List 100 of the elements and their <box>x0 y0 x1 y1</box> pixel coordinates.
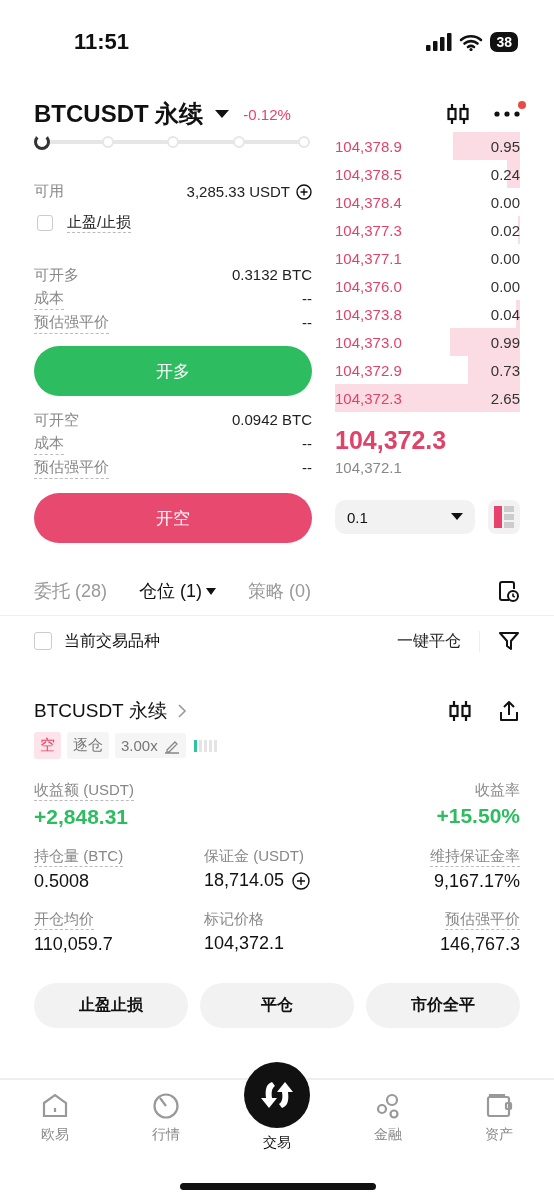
info-label: 预估强平价 <box>34 310 109 334</box>
position-symbol[interactable]: BTCUSDT 永续 <box>34 698 167 724</box>
side-tag: 空 <box>34 732 61 759</box>
ask-amount: 0.00 <box>490 193 520 211</box>
candlestick-icon[interactable] <box>446 102 470 126</box>
mark-price: 104,372.1 <box>335 459 403 476</box>
short-button[interactable]: 开空 <box>34 493 312 543</box>
depth-view-button[interactable] <box>488 500 520 534</box>
last-price: 104,372.3 <box>335 426 448 455</box>
add-icon[interactable] <box>296 183 312 200</box>
ask-price: 104,373.0 <box>335 333 402 351</box>
pnl-label: 收益额 (USDT) <box>34 781 134 801</box>
ask-price: 104,372.3 <box>335 389 402 407</box>
wallet-icon <box>484 1092 513 1120</box>
caret-down-icon[interactable] <box>215 109 230 119</box>
info-label: 成本 <box>34 431 64 455</box>
ask-amount: 0.95 <box>490 137 520 155</box>
notification-dot <box>518 101 526 109</box>
margin-mode-tag: 逐仓 <box>67 732 109 759</box>
ask-amount: 0.02 <box>490 221 520 239</box>
ask-price: 104,377.1 <box>335 249 402 267</box>
field-label: 保证金 (USDT) <box>204 847 304 866</box>
candlestick-icon[interactable] <box>448 699 472 723</box>
field-value: 18,714.05 <box>204 870 285 891</box>
available-label: 可用 <box>34 182 64 201</box>
position-action-button[interactable]: 止盈止损 <box>34 983 188 1028</box>
info-value: -- <box>302 433 312 454</box>
wifi-icon <box>459 33 484 51</box>
slider-tick <box>232 136 245 148</box>
home-icon <box>41 1092 70 1120</box>
nav-tab[interactable]: 交易 <box>237 1062 317 1152</box>
tpsl-checkbox[interactable] <box>37 215 53 231</box>
field-value: 110,059.7 <box>34 934 113 955</box>
info-value: -- <box>302 312 312 333</box>
pnl-value: +2,848.31 <box>34 805 129 829</box>
position-action-button[interactable]: 平仓 <box>200 983 354 1028</box>
field-value: 104,372.1 <box>204 933 285 954</box>
battery-level: 38 <box>490 32 518 52</box>
caret-down-icon <box>451 513 463 521</box>
leverage-tag[interactable]: 3.00x <box>115 733 186 758</box>
ask-price: 104,376.0 <box>335 277 402 295</box>
nav-tab[interactable]: 欧易 <box>15 1092 96 1152</box>
field-label: 持仓量 (BTC) <box>34 847 124 867</box>
info-value: 0.0942 BTC <box>231 410 312 430</box>
position-tab[interactable]: 仓位 (1) <box>139 579 216 603</box>
ask-price: 104,378.9 <box>335 137 402 155</box>
slider-tick <box>167 136 179 148</box>
close-all-button[interactable]: 一键平仓 <box>397 630 480 652</box>
nav-tab[interactable]: 行情 <box>126 1092 207 1152</box>
slider-thumb[interactable] <box>34 134 50 150</box>
info-label: 成本 <box>34 286 64 310</box>
add-icon[interactable] <box>292 871 311 890</box>
ask-price: 104,377.3 <box>335 221 402 239</box>
ask-amount: 0.24 <box>490 165 520 183</box>
gauge-icon <box>152 1092 181 1120</box>
order-history-icon[interactable] <box>496 579 520 603</box>
info-label: 可开多 <box>34 265 79 285</box>
ask-amount: 0.00 <box>490 249 520 267</box>
ask-amount: 0.99 <box>490 333 520 351</box>
slider-tick <box>298 136 310 148</box>
filter-icon[interactable] <box>498 630 520 652</box>
price-change: -0.12% <box>243 105 291 123</box>
depth-layout-icon <box>494 506 514 528</box>
info-label: 可开空 <box>34 410 79 430</box>
field-label: 维持保证金率 <box>430 847 520 867</box>
ask-amount: 0.73 <box>490 361 520 379</box>
field-value: 146,767.3 <box>439 934 520 955</box>
signal-icon <box>426 33 453 51</box>
nav-tab[interactable]: 金融 <box>347 1092 428 1152</box>
field-label: 预估强平价 <box>445 910 520 930</box>
chevron-right-icon[interactable] <box>176 703 187 719</box>
field-label: 标记价格 <box>204 910 264 929</box>
roe-label: 收益率 <box>475 781 520 800</box>
tpsl-label[interactable]: 止盈/止损 <box>67 213 132 233</box>
field-label: 开仓均价 <box>34 910 94 930</box>
nav-tab[interactable]: 资产 <box>458 1092 539 1152</box>
symbol-filter-label[interactable]: 当前交易品种 <box>64 630 160 652</box>
field-value: 9,167.17% <box>433 871 520 892</box>
share-icon[interactable] <box>498 699 520 723</box>
caret-down-icon <box>206 587 216 595</box>
precision-dropdown[interactable]: 0.1 <box>335 500 475 534</box>
available-balance: 3,285.33 USDT <box>186 183 290 200</box>
position-action-button[interactable]: 市价全平 <box>366 983 520 1028</box>
roe-value: +15.50% <box>436 804 520 828</box>
info-label: 预估强平价 <box>34 455 109 479</box>
more-icon[interactable] <box>494 111 520 117</box>
ask-amount: 0.00 <box>490 277 520 295</box>
status-time: 11:51 <box>74 29 130 55</box>
info-value: 0.3132 BTC <box>231 265 312 285</box>
info-value: -- <box>302 288 312 309</box>
ask-amount: 2.65 <box>490 389 520 407</box>
ask-amount: 0.04 <box>490 305 520 323</box>
symbol-title[interactable]: BTCUSDT 永续 <box>34 98 204 130</box>
info-value: -- <box>302 457 312 478</box>
ask-price: 104,373.8 <box>335 305 402 323</box>
field-value: 0.5008 <box>34 871 90 892</box>
ask-price: 104,372.9 <box>335 361 402 379</box>
symbol-filter-checkbox[interactable] <box>34 632 52 650</box>
ask-price: 104,378.5 <box>335 165 402 183</box>
ask-price: 104,378.4 <box>335 193 402 211</box>
